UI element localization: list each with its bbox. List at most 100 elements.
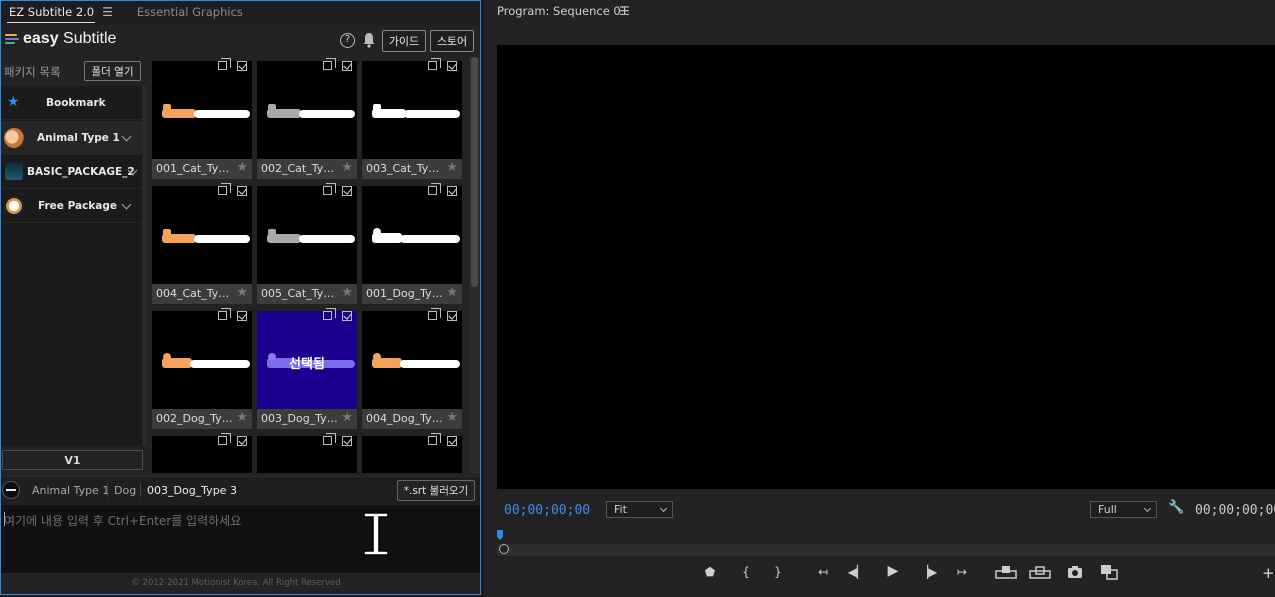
help-icon[interactable]: ? xyxy=(340,33,355,48)
play-icon[interactable]: ▶ xyxy=(883,563,903,579)
subtitle-text-input[interactable]: 여기에 내용 입력 후 Ctrl+Enter를 입력하세요 xyxy=(1,505,480,573)
duplicate-icon[interactable] xyxy=(323,308,336,320)
breadcrumb-separator xyxy=(140,483,141,497)
template-card-selected[interactable]: 선택됨 003_Dog_Ty… ★ xyxy=(257,307,357,431)
select-checkbox-icon[interactable] xyxy=(237,311,247,321)
comparison-view-icon[interactable] xyxy=(1100,564,1118,580)
panel-menu-icon[interactable]: ☰ xyxy=(619,4,630,18)
template-card[interactable]: 005_Cat_Ty… ★ xyxy=(257,182,357,306)
duplicate-icon[interactable] xyxy=(428,308,441,320)
load-srt-button[interactable]: *.srt 불러오기 xyxy=(397,480,475,501)
overwrite-icon[interactable] xyxy=(1029,565,1051,579)
subtitle-bar-shape xyxy=(404,110,460,118)
template-card[interactable]: 001_Dog_Ty… ★ xyxy=(362,182,462,306)
select-checkbox-icon[interactable] xyxy=(447,186,457,196)
duplicate-icon[interactable] xyxy=(323,58,336,70)
copyright-text: © 2012-2021 Motionist Korea. All Right R… xyxy=(131,578,341,588)
subtitle-bar-shape xyxy=(194,110,250,118)
bookmark-star-icon[interactable]: ★ xyxy=(446,160,458,175)
duplicate-icon[interactable] xyxy=(218,433,231,445)
button-editor-plus-icon[interactable]: + xyxy=(1262,564,1275,582)
bookmark-star-icon[interactable]: ★ xyxy=(341,410,353,425)
select-checkbox-icon[interactable] xyxy=(342,436,352,446)
template-card[interactable]: 003_Cat_Ty… ★ xyxy=(362,57,462,181)
bookmark-star-icon[interactable]: ★ xyxy=(236,410,248,425)
add-marker-icon[interactable]: ⬟ xyxy=(700,565,720,579)
sidebar-item-free-package[interactable]: Free Package xyxy=(1,189,142,223)
step-forward-icon[interactable]: ▕▶ xyxy=(918,565,938,579)
step-back-icon[interactable]: ◀▏ xyxy=(847,565,867,579)
duplicate-icon[interactable] xyxy=(218,58,231,70)
sidebar-item-bookmark[interactable]: ★ Bookmark xyxy=(1,86,142,120)
guide-button[interactable]: 가이드 xyxy=(382,30,426,52)
duplicate-icon[interactable] xyxy=(323,433,336,445)
duplicate-icon[interactable] xyxy=(428,183,441,195)
bookmark-star-icon[interactable]: ★ xyxy=(446,285,458,300)
resolution-dropdown[interactable]: Full xyxy=(1090,501,1157,518)
template-card[interactable] xyxy=(152,432,252,473)
template-card[interactable]: 002_Cat_Ty… ★ xyxy=(257,57,357,181)
current-timecode[interactable]: 00;00;00;00 xyxy=(504,503,590,518)
chevron-down-icon[interactable] xyxy=(121,199,132,210)
select-checkbox-icon[interactable] xyxy=(237,436,247,446)
template-card[interactable]: 004_Dog_Ty… ★ xyxy=(362,307,462,431)
template-card[interactable] xyxy=(257,432,357,473)
grid-scrollbar[interactable] xyxy=(469,57,480,473)
timeline-scrubber[interactable] xyxy=(497,544,1275,556)
go-to-out-icon[interactable]: ↦ xyxy=(952,565,972,579)
select-checkbox-icon[interactable] xyxy=(447,61,457,71)
bookmark-star-icon[interactable]: ★ xyxy=(236,160,248,175)
mark-out-icon[interactable]: } xyxy=(768,565,788,579)
zoom-dropdown[interactable]: Fit xyxy=(606,501,673,518)
input-placeholder: 여기에 내용 입력 후 Ctrl+Enter를 입력하세요 xyxy=(4,514,242,528)
duplicate-icon[interactable] xyxy=(428,58,441,70)
logo-strong: easy xyxy=(23,30,59,47)
template-card[interactable] xyxy=(362,432,462,473)
track-v1-button[interactable]: V1 xyxy=(2,450,143,470)
select-checkbox-icon[interactable] xyxy=(237,61,247,71)
wrench-icon[interactable]: 🔧 xyxy=(1168,500,1184,515)
bookmark-star-icon[interactable]: ★ xyxy=(341,160,353,175)
insert-icon[interactable] xyxy=(995,565,1017,579)
select-checkbox-icon[interactable] xyxy=(237,186,247,196)
sidebar-scrollbar[interactable] xyxy=(142,86,147,446)
chevron-down-icon[interactable] xyxy=(121,131,132,142)
template-card[interactable]: 002_Dog_Ty… ★ xyxy=(152,307,252,431)
program-monitor: Program: Sequence 01 ☰ 00;00;00;00 Fit F… xyxy=(484,0,1275,597)
bell-icon[interactable] xyxy=(362,32,376,48)
template-card[interactable]: 004_Cat_Ty… ★ xyxy=(152,182,252,306)
bookmark-star-icon[interactable]: ★ xyxy=(446,410,458,425)
mark-in-icon[interactable]: { xyxy=(736,565,756,579)
export-frame-camera-icon[interactable] xyxy=(1067,565,1083,579)
zoom-value: Fit xyxy=(614,503,627,516)
logo-rest: Subtitle xyxy=(58,30,117,47)
tab-essential-graphics[interactable]: Essential Graphics xyxy=(129,1,251,25)
scrollbar-thumb[interactable] xyxy=(471,57,478,287)
sidebar-item-animal-type-1[interactable]: Animal Type 1 xyxy=(1,121,142,155)
breadcrumb-category[interactable]: Dog xyxy=(114,484,136,497)
bookmark-star-icon[interactable]: ★ xyxy=(236,285,248,300)
duplicate-icon[interactable] xyxy=(218,183,231,195)
bookmark-star-icon[interactable]: ★ xyxy=(341,285,353,300)
template-card[interactable]: 001_Cat_Ty… ★ xyxy=(152,57,252,181)
select-checkbox-icon[interactable] xyxy=(342,311,352,321)
program-monitor-title[interactable]: Program: Sequence 01 xyxy=(497,4,628,18)
video-preview[interactable] xyxy=(497,45,1275,489)
select-checkbox-icon[interactable] xyxy=(447,311,457,321)
select-checkbox-icon[interactable] xyxy=(342,61,352,71)
subtitle-bar-shape xyxy=(190,360,250,368)
store-button[interactable]: 스토어 xyxy=(430,30,474,52)
select-checkbox-icon[interactable] xyxy=(342,186,352,196)
playhead-icon[interactable] xyxy=(497,530,503,540)
playhead-knob[interactable] xyxy=(499,544,509,554)
select-checkbox-icon[interactable] xyxy=(447,436,457,446)
duplicate-icon[interactable] xyxy=(218,308,231,320)
tab-ez-subtitle[interactable]: EZ Subtitle 2.0 ☰ xyxy=(1,1,121,25)
duplicate-icon[interactable] xyxy=(323,183,336,195)
go-to-in-icon[interactable]: ↤ xyxy=(813,565,833,579)
open-folder-button[interactable]: 폴더 열기 xyxy=(84,61,141,81)
duplicate-icon[interactable] xyxy=(428,433,441,445)
breadcrumb-package[interactable]: Animal Type 1 xyxy=(32,484,109,497)
sidebar-item-basic-package-2[interactable]: BASIC_PACKAGE_2 xyxy=(1,155,142,189)
panel-menu-icon[interactable]: ☰ xyxy=(102,1,113,23)
